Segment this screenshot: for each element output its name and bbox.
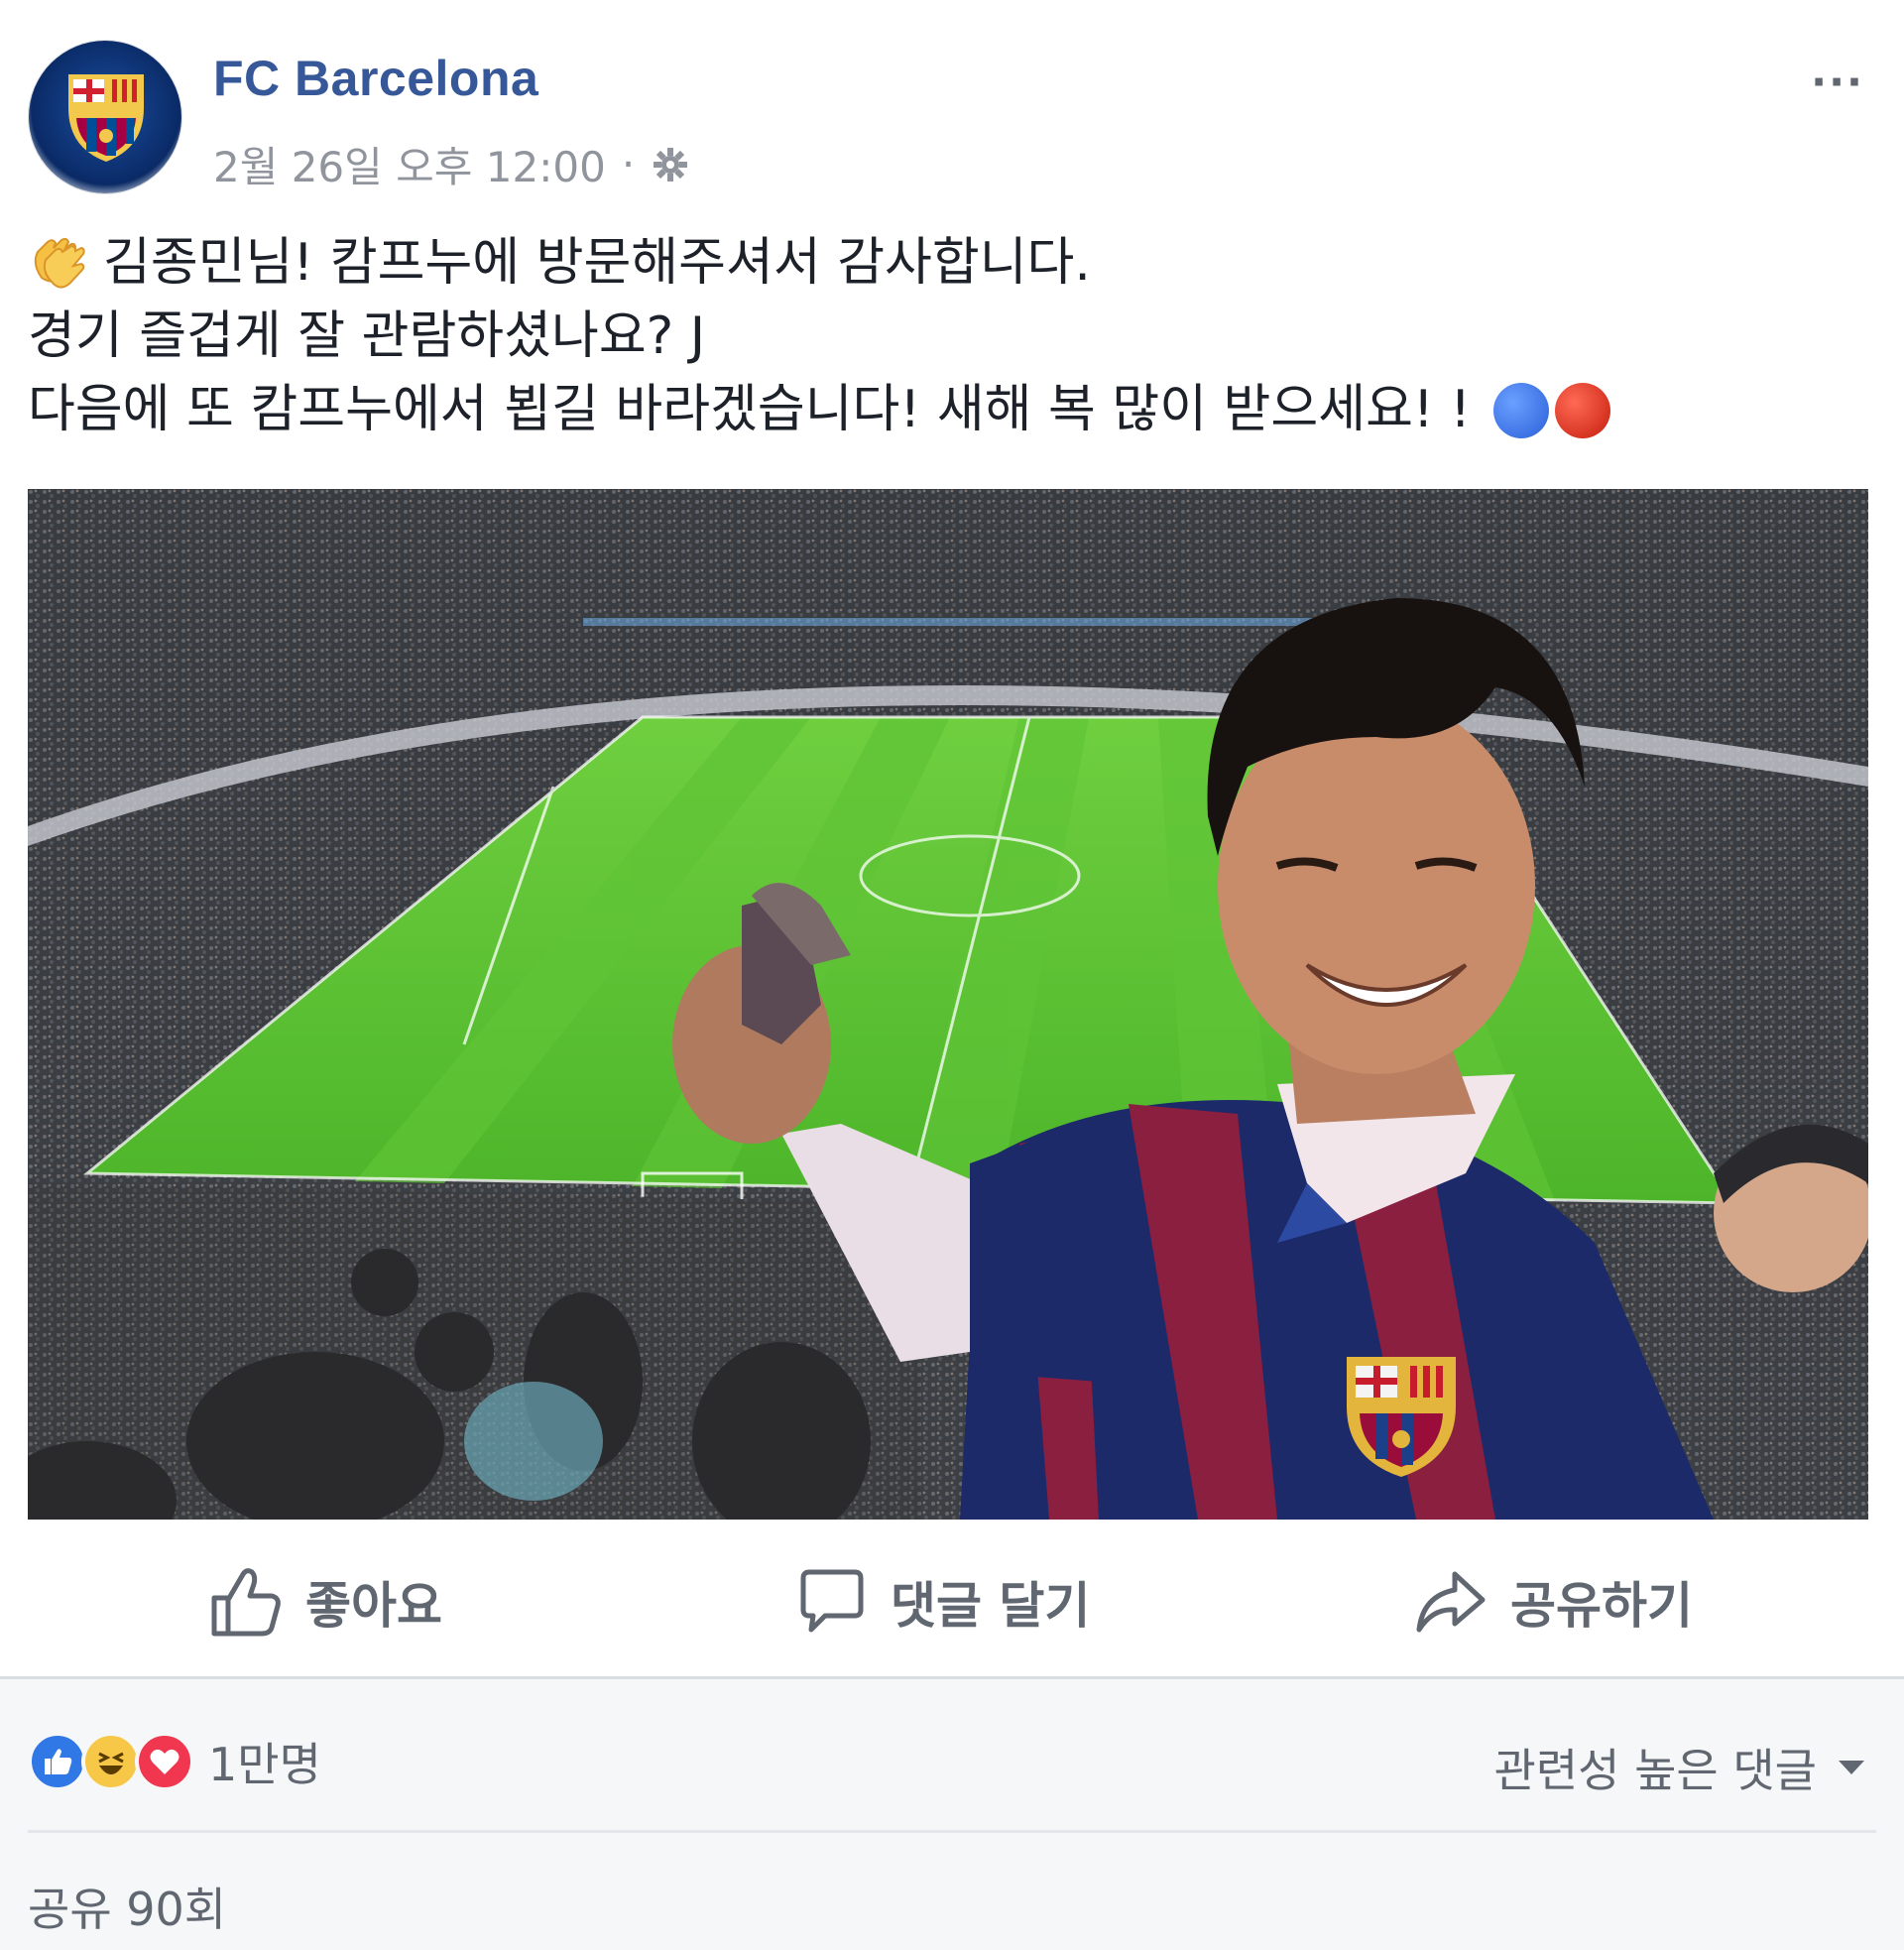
fc-barcelona-crest-icon	[29, 41, 181, 193]
like-button[interactable]: 좋아요	[208, 1564, 442, 1640]
comment-sort-dropdown[interactable]: 관련성 높은 댓글	[1494, 1735, 1864, 1800]
more-options-button[interactable]: ···	[1811, 58, 1864, 106]
comment-bubble-icon	[800, 1569, 864, 1633]
share-label: 공유하기	[1510, 1577, 1693, 1635]
share-count-link[interactable]: 공유 90회	[28, 1874, 226, 1939]
post-text-content-1: 김종민님! 캄프누에 방문해주셔서 감사합니다.	[103, 233, 1091, 293]
post-meta: 2월 26일 오후 12:00 ·	[213, 134, 690, 194]
post-text-line-2: 경기 즐겁게 잘 관람하셨나요? J	[28, 306, 706, 366]
clapping-hands-icon	[34, 237, 85, 289]
meta-separator: ·	[621, 140, 636, 188]
red-circle-icon	[1554, 383, 1610, 438]
post-footer: 1만명 관련성 높은 댓글 공유 90회	[0, 1676, 1904, 1950]
post-text-line-3: 다음에 또 캄프누에서 뵙길 바라겠습니다! 새해 복 많이 받으세요! !	[28, 373, 1864, 446]
page-avatar[interactable]	[28, 40, 182, 194]
share-arrow-icon	[1416, 1571, 1486, 1633]
post-text-content-3: 다음에 또 캄프누에서 뵙길 바라겠습니다! 새해 복 많이 받으세요! !	[28, 380, 1472, 439]
comment-label: 댓글 달기	[891, 1577, 1091, 1635]
like-label: 좋아요	[305, 1577, 442, 1635]
page-name-link[interactable]: FC Barcelona	[213, 50, 538, 107]
like-icon	[28, 1732, 87, 1791]
haha-icon	[81, 1732, 141, 1791]
globe-audience-icon[interactable]	[651, 145, 690, 184]
facebook-post: FC Barcelona 2월 26일 오후 12:00 · ··· 김종민님!…	[0, 0, 1904, 1950]
caret-down-icon	[1839, 1761, 1864, 1774]
comment-button[interactable]: 댓글 달기	[793, 1564, 1090, 1640]
post-photo[interactable]	[28, 489, 1868, 1520]
timestamp-link[interactable]: 2월 26일 오후 12:00	[213, 134, 606, 194]
reactions-summary[interactable]: 1만명	[28, 1729, 321, 1794]
stadium-selfie-image	[28, 489, 1868, 1520]
thumbs-up-icon	[211, 1568, 281, 1637]
footer-divider	[28, 1830, 1876, 1833]
share-button[interactable]: 공유하기	[1413, 1564, 1693, 1640]
love-icon	[135, 1732, 194, 1791]
post-action-bar: 좋아요 댓글 달기 공유하기	[0, 1527, 1904, 1676]
post-text: 김종민님! 캄프누에 방문해주셔서 감사합니다. 경기 즐겁게 잘 관람하셨나요…	[28, 226, 1864, 446]
blue-circle-icon	[1492, 383, 1549, 438]
comment-sort-label: 관련성 높은 댓글	[1493, 1744, 1817, 1797]
reaction-count: 1만명	[208, 1738, 321, 1791]
post-text-line-1: 김종민님! 캄프누에 방문해주셔서 감사합니다.	[28, 226, 1864, 300]
